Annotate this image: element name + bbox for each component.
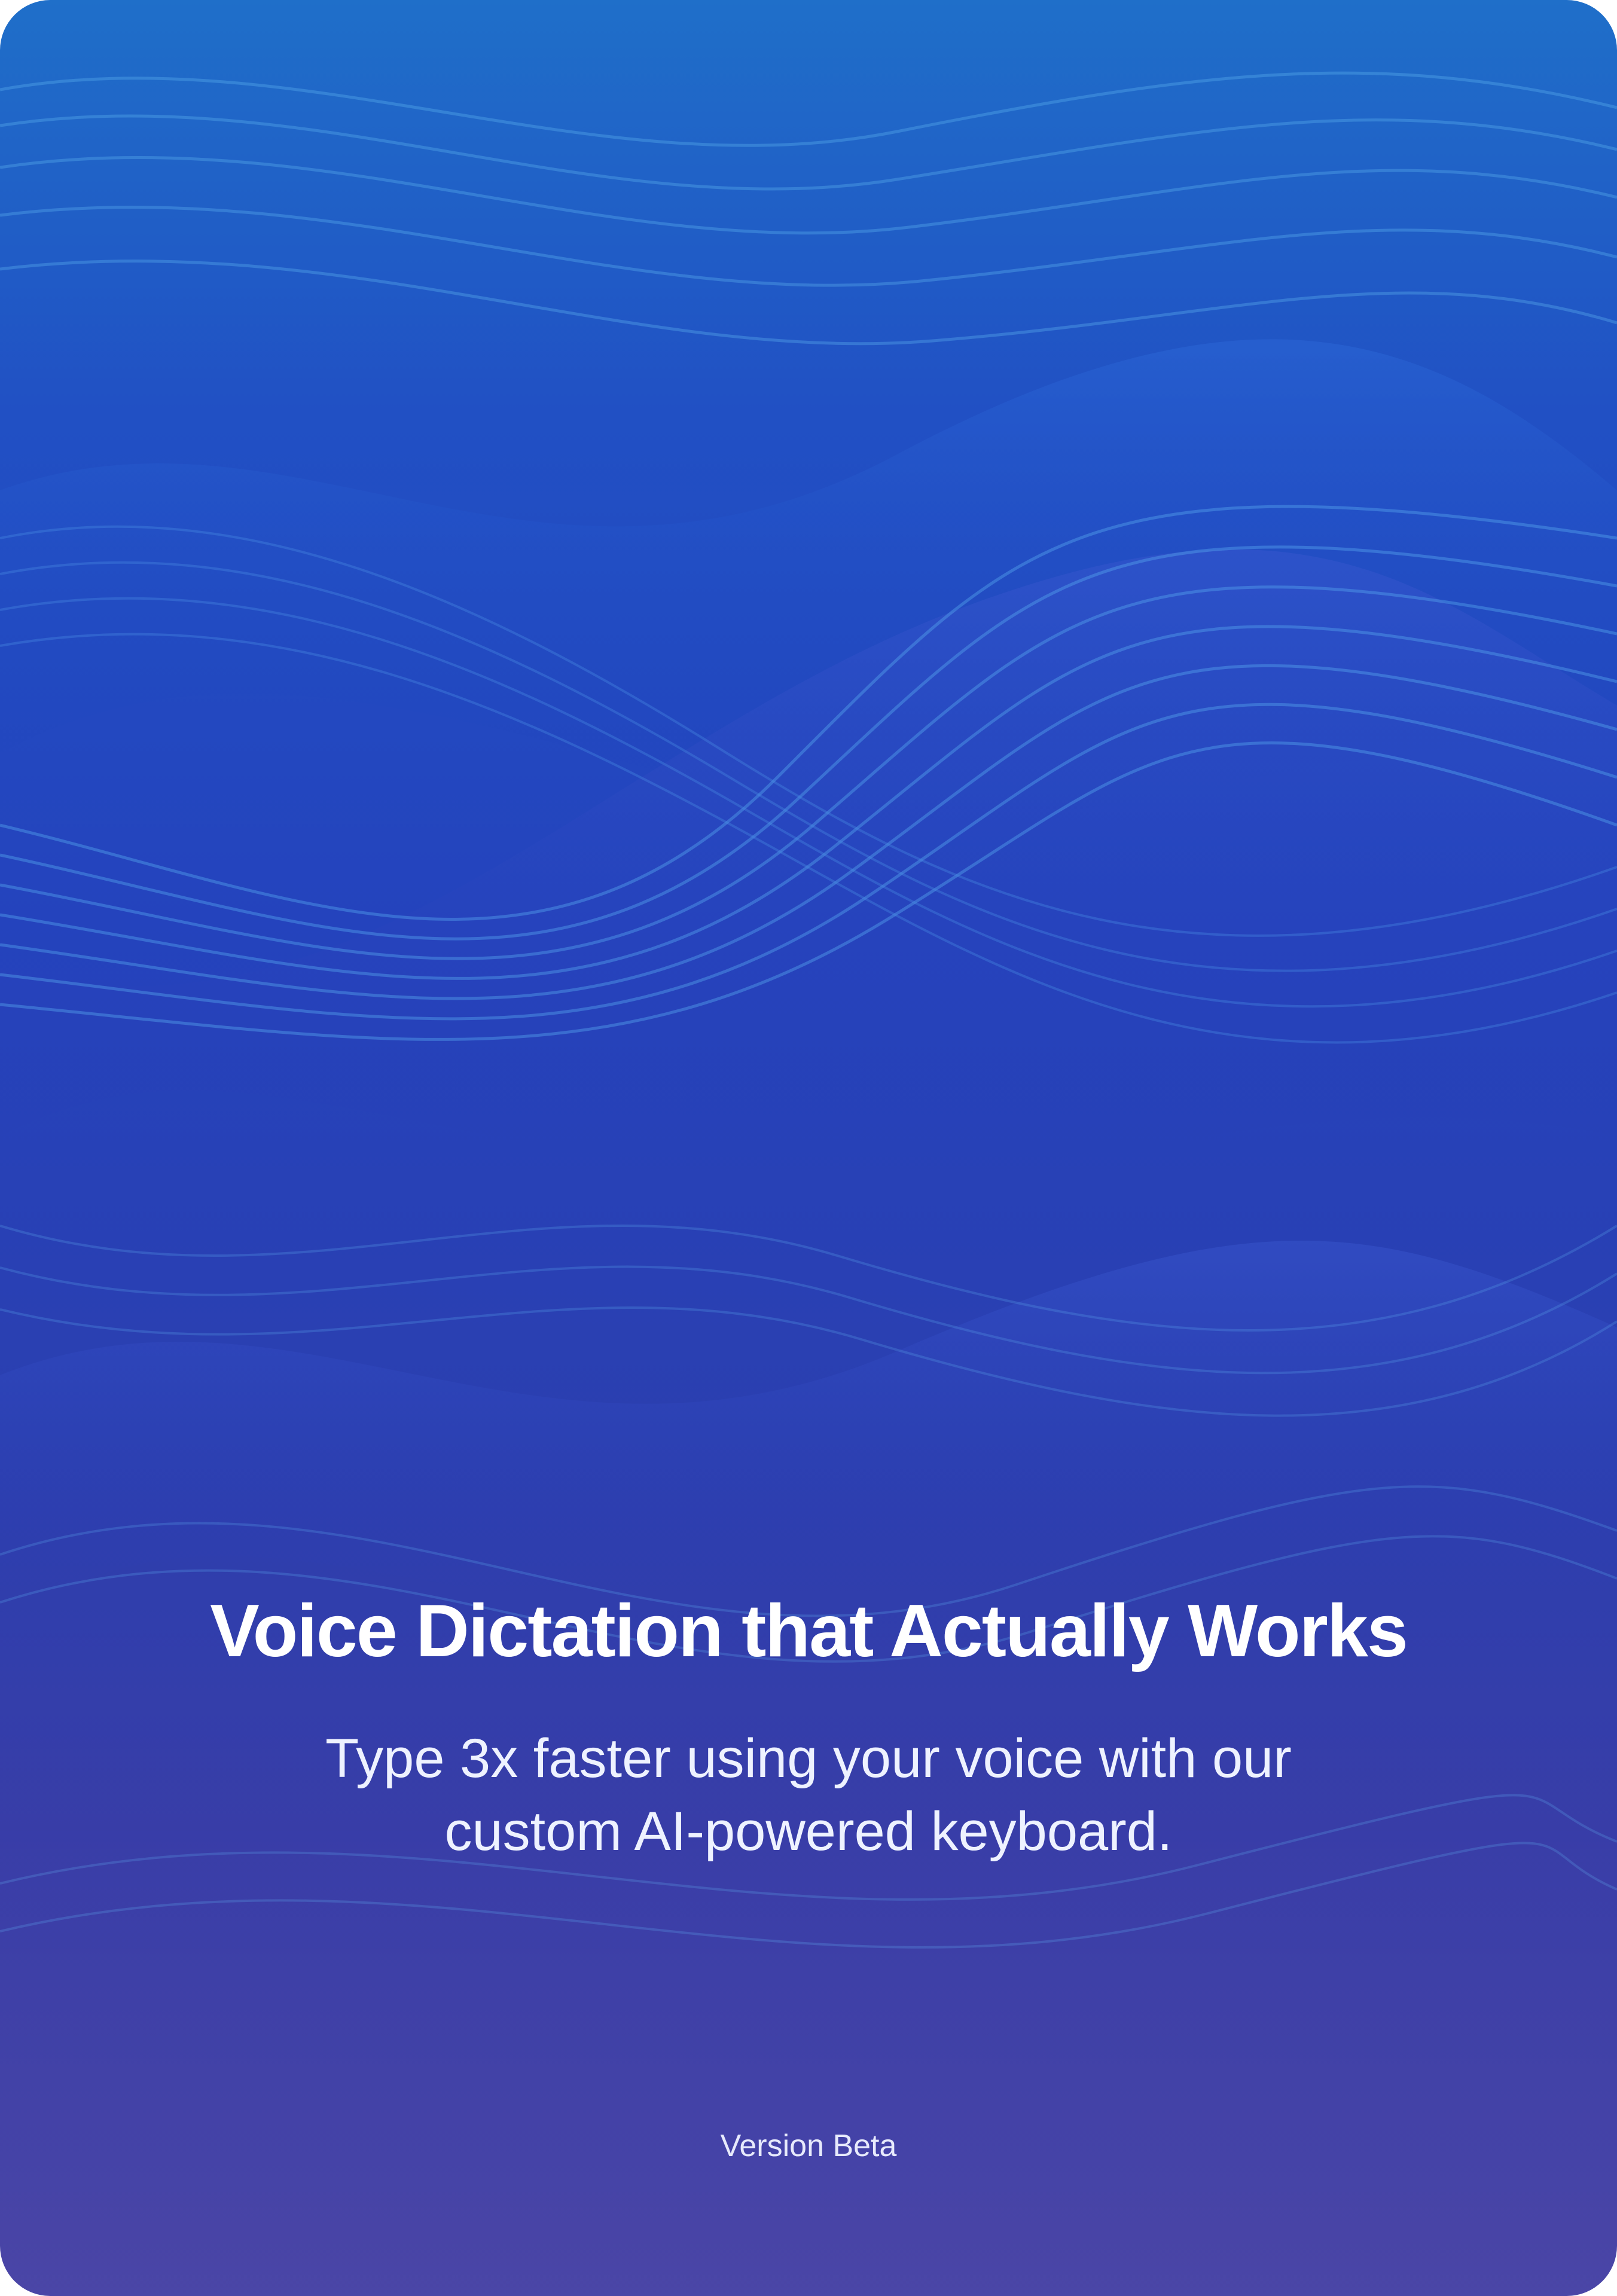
splash-screen: Voice Dictation that Actually Works Type… [0, 0, 1617, 2296]
subtitle: Type 3x faster using your voice with our… [325, 1728, 1292, 1862]
headline: Voice Dictation that Actually Works [210, 1590, 1408, 1672]
version-label: Version Beta [720, 2129, 897, 2163]
wave-background-illustration [0, 0, 1617, 2296]
